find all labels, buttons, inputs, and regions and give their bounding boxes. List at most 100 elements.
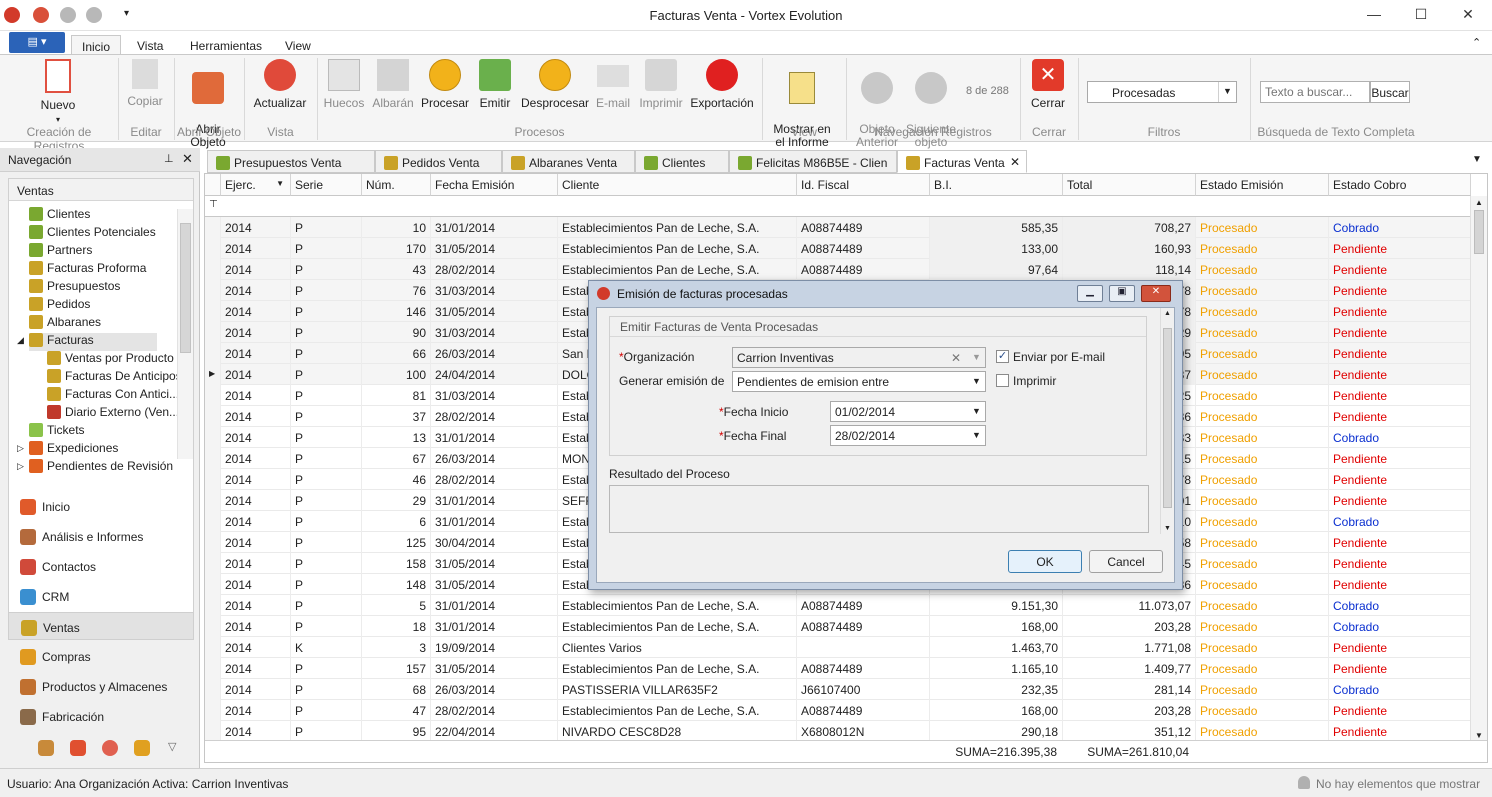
ok-button[interactable]: OK xyxy=(1008,550,1082,573)
dialog-close-button[interactable]: ✕ xyxy=(1141,285,1171,302)
search-button[interactable]: Buscar xyxy=(1370,81,1410,103)
tree-item[interactable]: Diario Externo (Ven... xyxy=(47,405,179,423)
dialog-scroll-thumb[interactable] xyxy=(1163,328,1172,508)
column-header[interactable]: Id. Fiscal xyxy=(797,174,930,196)
table-row[interactable]: 2014 P 157 31/05/2014 Establecimientos Pan d… xyxy=(205,658,1471,679)
column-header[interactable]: Estado Emisión xyxy=(1196,174,1329,196)
scroll-up-icon[interactable]: ▲ xyxy=(1475,198,1483,207)
table-row[interactable]: 2014 P 170 31/05/2014 Establecimientos Pan d… xyxy=(205,238,1471,259)
tree-item[interactable]: Facturas Con Antici... xyxy=(47,387,179,405)
tree-item[interactable]: ◢ Facturas xyxy=(17,333,157,351)
doc-tab[interactable]: Presupuestos Venta xyxy=(207,150,375,173)
tab-vista[interactable]: Vista xyxy=(127,35,173,55)
column-header[interactable]: Fecha Emisión xyxy=(431,174,558,196)
email-checkbox[interactable]: ✓ xyxy=(996,350,1009,363)
pin-icon[interactable]: ⊥ xyxy=(164,152,174,165)
fecha-inicio-input[interactable]: 01/02/2014 ▼ xyxy=(830,401,986,422)
grid-scroll-thumb[interactable] xyxy=(1474,210,1484,254)
filter-row[interactable]: ⊤ xyxy=(205,196,1471,217)
chevron-down-icon[interactable]: ▼ xyxy=(968,402,985,421)
table-row[interactable]: 2014 P 47 28/02/2014 Establecimientos Pan de… xyxy=(205,700,1471,721)
column-header[interactable]: Estado Cobro xyxy=(1329,174,1471,196)
email-button[interactable]: E-mail xyxy=(594,59,632,110)
tree-item[interactable]: ▷ Expediciones xyxy=(17,441,157,459)
dialog-restore-button[interactable]: ▣ xyxy=(1109,285,1135,302)
column-header[interactable]: Ejerc. ▼ xyxy=(221,174,291,196)
tree-scrollbar[interactable] xyxy=(177,209,193,459)
tree-item[interactable]: Clientes xyxy=(29,207,157,225)
nuevo-button[interactable]: Nuevo ▾ xyxy=(36,59,80,126)
exportacion-button[interactable]: Exportación xyxy=(690,59,754,110)
module-item[interactable]: Compras xyxy=(8,642,194,670)
module-item[interactable]: Ventas xyxy=(8,612,194,640)
tab-overflow-icon[interactable]: ▼ xyxy=(1472,154,1482,165)
column-header[interactable]: B.I. xyxy=(930,174,1063,196)
chevron-down-icon[interactable]: ▼ xyxy=(1218,82,1236,102)
actualizar-button[interactable]: Actualizar xyxy=(252,59,308,110)
table-row[interactable]: 2014 P 43 28/02/2014 Establecimientos Pan de… xyxy=(205,259,1471,280)
tree-item[interactable]: Clientes Potenciales xyxy=(29,225,157,243)
tools-icon[interactable] xyxy=(134,740,150,756)
module-item[interactable]: Análisis e Informes xyxy=(8,522,194,550)
settings-puzzle-icon[interactable] xyxy=(38,740,54,756)
column-header[interactable]: Núm. xyxy=(362,174,431,196)
expand-icon[interactable]: ▷ xyxy=(17,443,24,454)
collapse-icon[interactable]: ◢ xyxy=(17,335,24,346)
table-row[interactable]: 2014 P 18 31/01/2014 Establecimientos Pan de… xyxy=(205,616,1471,637)
tree-item[interactable]: Tickets xyxy=(29,423,157,441)
sort-desc-icon[interactable]: ▼ xyxy=(276,179,284,188)
tree-item[interactable]: Pedidos xyxy=(29,297,157,315)
chevron-down-icon[interactable]: ▼ xyxy=(968,348,985,367)
cerrar-button[interactable]: ✕ Cerrar xyxy=(1028,59,1068,110)
emitir-button[interactable]: Emitir xyxy=(475,59,515,110)
albaran-button[interactable]: Albarán xyxy=(372,59,414,110)
desprocesar-button[interactable]: Desprocesar xyxy=(521,59,589,110)
tree-item[interactable]: Facturas Proforma xyxy=(29,261,157,279)
table-row[interactable]: 2014 P 10 31/01/2014 Establecimientos Pan de… xyxy=(205,217,1471,238)
org-combo[interactable]: Carrion Inventivas ✕ ▼ xyxy=(732,347,986,368)
tree-item[interactable]: Facturas De Anticipos xyxy=(47,369,182,387)
close-window-icon[interactable]: ✕ xyxy=(1458,6,1478,24)
table-row[interactable]: 2014 P 68 26/03/2014 PASTISSERIA VILLAR635F2… xyxy=(205,679,1471,700)
tree-item[interactable]: ▷ Pendientes de Revisión xyxy=(17,459,173,477)
doc-tab[interactable]: Clientes xyxy=(635,150,729,173)
scroll-up-icon[interactable]: ▲ xyxy=(1164,310,1171,317)
tree-item[interactable]: Presupuestos xyxy=(29,279,157,297)
table-row[interactable]: 2014 P 5 31/01/2014 Establecimientos Pan de … xyxy=(205,595,1471,616)
module-item[interactable]: Fabricación xyxy=(8,702,194,730)
tab-herramientas[interactable]: Herramientas xyxy=(180,35,272,55)
column-header[interactable]: Total xyxy=(1063,174,1196,196)
collapse-ribbon-icon[interactable]: ⌃ xyxy=(1472,36,1481,49)
scroll-down-icon[interactable]: ▼ xyxy=(1164,525,1171,532)
cancel-button[interactable]: Cancel xyxy=(1089,550,1163,573)
bell-icon[interactable] xyxy=(1298,776,1310,789)
scroll-down-icon[interactable]: ▼ xyxy=(1475,731,1483,740)
copiar-button[interactable]: Copiar xyxy=(125,59,165,108)
module-item[interactable]: Inicio xyxy=(8,492,194,520)
close-tab-icon[interactable]: ✕ xyxy=(1010,155,1020,169)
maximize-icon[interactable]: ☐ xyxy=(1411,6,1431,24)
dialog-minimize-button[interactable]: ▁ xyxy=(1077,285,1103,302)
print-checkbox[interactable] xyxy=(996,374,1009,387)
column-header[interactable]: Cliente xyxy=(558,174,797,196)
chevron-down-icon[interactable]: ▼ xyxy=(968,426,985,445)
column-header[interactable]: Serie xyxy=(291,174,362,196)
tree-group-ventas[interactable]: Ventas xyxy=(9,179,193,201)
tree-scroll-thumb[interactable] xyxy=(180,223,191,353)
module-item[interactable]: Productos y Almacenes xyxy=(8,672,194,700)
table-row[interactable]: 2014 P 95 22/04/2014 NIVARDO CESC8D28 X680801… xyxy=(205,721,1471,742)
grid-scrollbar[interactable]: ▲ ▼ xyxy=(1470,196,1487,742)
imprimir-button[interactable]: Imprimir xyxy=(638,59,684,110)
doc-tab[interactable]: Albaranes Venta xyxy=(502,150,635,173)
gen-combo[interactable]: Pendientes de emision entre ▼ xyxy=(732,371,986,392)
doc-tab[interactable]: Facturas Venta ✕ xyxy=(897,150,1027,173)
tree-item[interactable]: Ventas por Producto xyxy=(47,351,174,369)
plugin-icon[interactable] xyxy=(70,740,86,756)
minimize-icon[interactable]: — xyxy=(1364,6,1384,24)
table-row[interactable]: 2014 K 3 19/09/2014 Clientes Varios 1.463,70 1… xyxy=(205,637,1471,658)
close-panel-icon[interactable]: ✕ xyxy=(182,151,193,167)
tab-view[interactable]: View xyxy=(275,35,321,55)
module-item[interactable]: Contactos xyxy=(8,552,194,580)
huecos-button[interactable]: Huecos xyxy=(323,59,365,110)
result-textarea[interactable] xyxy=(609,485,1149,533)
